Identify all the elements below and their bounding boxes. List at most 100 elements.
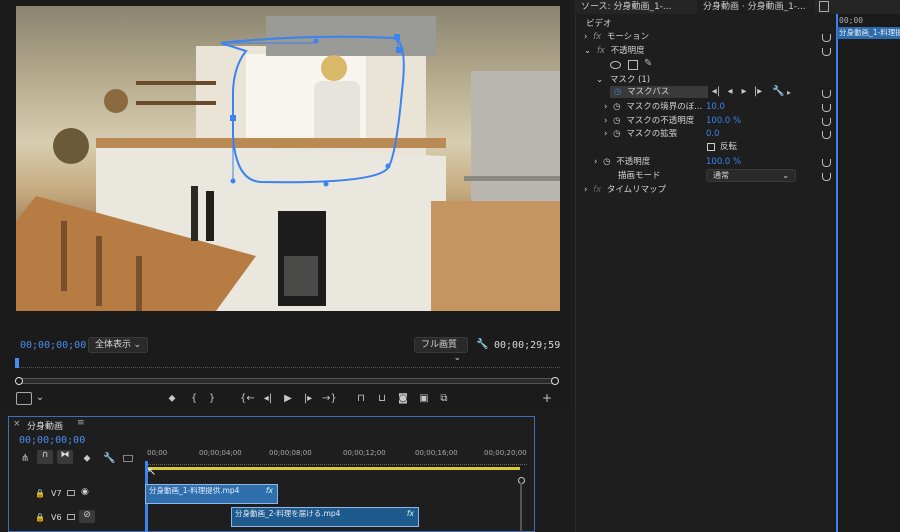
reset-icon[interactable] — [822, 173, 831, 181]
work-area-bar[interactable] — [145, 467, 520, 470]
panel-menu-icon[interactable] — [819, 1, 829, 12]
mask-feather-value[interactable]: 10.0 — [706, 101, 725, 113]
sequence-title[interactable]: 分身動画 — [27, 419, 63, 432]
monitor-zoom-scrollbar[interactable] — [16, 378, 558, 384]
fx-playhead[interactable] — [836, 14, 838, 532]
eye-icon[interactable]: ◉ — [81, 487, 89, 497]
reset-icon[interactable] — [822, 90, 831, 98]
chevron-right-icon[interactable]: › — [604, 129, 607, 139]
go-to-out-icon[interactable]: →} — [322, 393, 337, 405]
wrench-icon[interactable]: 🔧 — [103, 453, 115, 465]
tracking-method-icon[interactable]: 🔧 — [772, 86, 784, 98]
step-back-icon[interactable]: ◂| — [262, 393, 274, 405]
comparison-view-icon[interactable]: ▣ — [418, 393, 430, 405]
chevron-right-icon[interactable]: › — [584, 32, 587, 42]
reset-icon[interactable] — [822, 118, 831, 126]
nest-icon[interactable]: ⋔ — [19, 453, 31, 465]
stopwatch-icon[interactable]: ◷ — [603, 157, 610, 167]
settings-icon[interactable] — [16, 392, 32, 405]
track-back-one-icon[interactable]: ◂ — [724, 86, 736, 98]
clip-v7[interactable]: 分身動画_1-料理提供.mp4 fx — [145, 484, 278, 504]
scrollbar-handle-right[interactable] — [551, 377, 559, 385]
inverted-checkbox[interactable] — [707, 143, 715, 151]
step-forward-icon[interactable]: |▸ — [302, 393, 314, 405]
linked-selection-icon[interactable]: ⧓ — [57, 450, 73, 464]
snap-icon[interactable]: ∩ — [37, 450, 53, 464]
stopwatch-icon[interactable]: ◷ — [613, 116, 620, 126]
captions-icon[interactable] — [123, 455, 133, 462]
ellipse-mask-icon[interactable] — [610, 61, 621, 69]
blend-mode-select[interactable]: 通常 ⌄ — [706, 169, 796, 182]
zoom-select[interactable]: 全体表示 ⌄ — [88, 337, 148, 353]
lift-icon[interactable]: ⊓ — [355, 393, 367, 405]
chevron-right-icon[interactable]: › — [604, 116, 607, 126]
mark-out-icon[interactable]: } — [206, 393, 218, 405]
wrench-icon[interactable]: 🔧 — [476, 339, 488, 351]
sync-lock-icon[interactable] — [67, 514, 75, 520]
effect-motion[interactable]: › fx モーション — [584, 31, 649, 43]
clip-v6[interactable]: 分身動画_2-料理を届ける.mp4 fx — [231, 507, 419, 527]
chevron-right-icon[interactable]: › — [594, 157, 597, 167]
mask-expansion-label: マスクの拡張 — [626, 129, 678, 139]
current-timecode[interactable]: 00;00;00;00 — [20, 340, 86, 351]
sync-lock-icon[interactable] — [67, 490, 75, 496]
ruler-label: 00;00;08;00 — [269, 449, 312, 457]
mask-expansion-value[interactable]: 0.0 — [706, 128, 720, 140]
tab-effect-controls-label: 分身動画 · 分身動画_1-... — [703, 2, 806, 12]
mask-group[interactable]: ⌄ マスク (1) — [596, 74, 650, 86]
video-frame[interactable] — [16, 6, 560, 311]
track-forward-icon[interactable]: |▸ — [752, 86, 764, 98]
export-frame-icon[interactable]: ◙ — [397, 393, 409, 405]
add-marker-icon[interactable]: ⬥ — [81, 453, 93, 465]
timeline-timecode[interactable]: 00;00;00;00 — [19, 435, 85, 446]
quality-select[interactable]: フル画質 ⌄ — [414, 337, 468, 363]
effect-opacity[interactable]: ⌄ fx 不透明度 — [584, 45, 645, 57]
mark-in-icon[interactable]: { — [188, 393, 200, 405]
chevron-right-icon[interactable]: › — [604, 102, 607, 112]
track-forward-one-icon[interactable]: ▸ — [738, 86, 750, 98]
rectangle-mask-icon[interactable] — [628, 60, 638, 70]
duration-timecode: 00;00;29;59 — [494, 340, 561, 351]
mask-opacity-value[interactable]: 100.0 % — [706, 115, 741, 127]
track-backward-icon[interactable]: ◂| — [710, 86, 722, 98]
reset-icon[interactable] — [822, 48, 831, 56]
pen-mask-icon[interactable]: ✎ — [644, 58, 652, 69]
timeline-scrollbar[interactable] — [520, 483, 522, 532]
mask-path-row[interactable]: ◷ マスクパス — [614, 86, 669, 98]
multi-camera-icon[interactable]: ⧉ — [438, 393, 450, 405]
fx-timeline-clip[interactable]: 分身動画_1-料理提 — [837, 27, 900, 39]
lock-icon[interactable]: 🔒 — [35, 489, 45, 498]
effect-time-remap[interactable]: › fx タイムリマップ — [584, 184, 666, 196]
lock-icon[interactable]: 🔒 — [35, 513, 45, 522]
go-to-in-icon[interactable]: {← — [240, 393, 255, 405]
reset-icon[interactable] — [822, 34, 831, 42]
opacity-label: 不透明度 — [616, 157, 651, 167]
extract-icon[interactable]: ⊔ — [376, 393, 388, 405]
monitor-playhead[interactable] — [15, 358, 19, 368]
reset-icon[interactable] — [822, 159, 831, 167]
chevron-down-icon[interactable]: ⌄ — [34, 392, 46, 404]
scrollbar-handle-left[interactable] — [15, 377, 23, 385]
panel-menu-icon[interactable]: ≡ — [77, 418, 85, 428]
opacity-value[interactable]: 100.0 % — [706, 156, 741, 168]
chevron-right-icon[interactable]: › — [584, 185, 587, 195]
add-button-icon[interactable]: + — [541, 392, 553, 404]
stopwatch-icon[interactable]: ◷ — [614, 87, 621, 97]
stopwatch-icon[interactable]: ◷ — [613, 102, 620, 112]
chevron-down-icon[interactable]: ⌄ — [584, 46, 591, 56]
marker-icon[interactable]: ⬥ — [166, 393, 178, 405]
reset-icon[interactable] — [822, 104, 831, 112]
stopwatch-icon[interactable]: ◷ — [613, 129, 620, 139]
tab-effect-controls[interactable]: 分身動画 · 分身動画_1-... — [697, 0, 815, 14]
quality-select-value: フル画質 — [421, 340, 458, 350]
play-icon[interactable]: ▶ — [282, 393, 294, 405]
close-icon[interactable]: × — [13, 419, 21, 429]
timeline-ruler[interactable]: 00;00 00;00;04;00 00;00;08;00 00;00;12;0… — [147, 447, 527, 467]
monitor-ruler[interactable] — [16, 360, 560, 368]
effect-controls-timeline[interactable]: 00;00 分身動画_1-料理提 — [835, 14, 900, 532]
keyframe-nav-icon[interactable]: ▸ — [787, 88, 791, 97]
tab-source[interactable]: ソース: 分身動画_1-... — [575, 0, 685, 14]
eye-hidden-icon[interactable]: ⊘ — [79, 510, 95, 523]
chevron-down-icon[interactable]: ⌄ — [596, 75, 603, 85]
reset-icon[interactable] — [822, 131, 831, 139]
